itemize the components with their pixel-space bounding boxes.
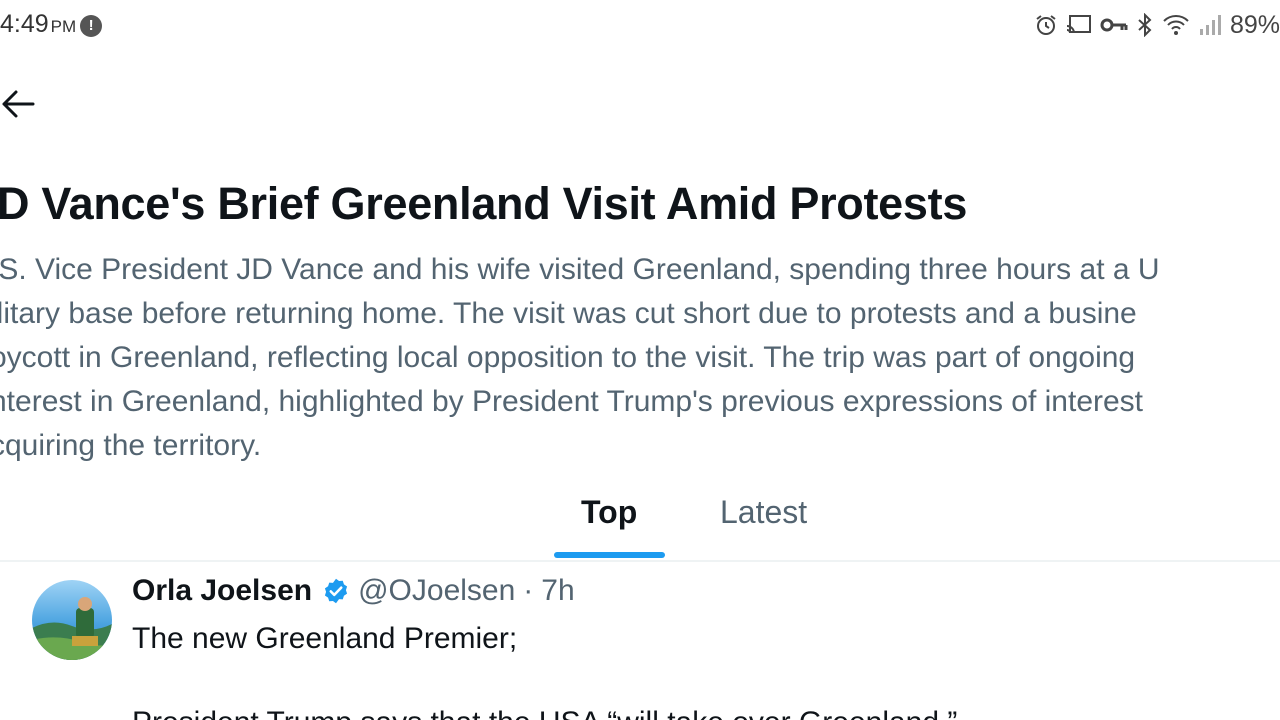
- summary-line: oycott in Greenland, reflecting local op…: [0, 341, 1136, 374]
- cast-icon: [1066, 15, 1091, 34]
- verified-badge-icon: [325, 578, 348, 604]
- avatar[interactable]: [32, 580, 112, 660]
- status-bar: 4:49 PM! 89%: [0, 0, 1280, 50]
- alarm-icon: [1036, 15, 1056, 35]
- tweet-text-continued: President Trump says that the USA “will …: [132, 702, 957, 720]
- tweet-text: The new Greenland Premier;: [132, 622, 518, 655]
- battery-percent: 89%: [1229, 10, 1280, 39]
- tweet-timestamp[interactable]: 7h: [541, 574, 574, 608]
- avatar-image: [32, 580, 112, 660]
- arrow-left-icon: [2, 90, 35, 118]
- page-title: D Vance's Brief Greenland Visit Amid Pro…: [0, 178, 968, 229]
- status-time-value: 4:49: [0, 10, 49, 38]
- vpn-key-icon: [1100, 18, 1128, 32]
- back-button[interactable]: [0, 84, 40, 124]
- bluetooth-icon: [1138, 13, 1152, 37]
- status-time-ampm: PM: [50, 17, 77, 36]
- author-handle[interactable]: @OJoelsen: [358, 574, 515, 608]
- summary-line: ilitary base before returning home. The …: [0, 297, 1137, 330]
- tweet[interactable]: Orla Joelsen @OJoelsen · 7h The new Gree…: [0, 562, 1280, 720]
- tab-selected-indicator: [554, 552, 665, 558]
- notification-badge: !: [80, 15, 103, 37]
- status-time: 4:49 PM!: [0, 10, 103, 39]
- screen: 4:49 PM! 89% D Vance's Brief Greenland Vi…: [0, 0, 1280, 720]
- status-icons: 89%: [1034, 10, 1280, 40]
- wifi-icon: [1163, 15, 1189, 35]
- tab-bar: Top Latest: [0, 480, 1280, 562]
- summary-line: cquiring the territory.: [0, 429, 262, 462]
- tab-top[interactable]: Top: [581, 494, 637, 531]
- summary-line: .S. Vice President JD Vance and his wife…: [0, 253, 1160, 286]
- author-name[interactable]: Orla Joelsen: [132, 574, 312, 608]
- separator-dot: ·: [523, 574, 534, 607]
- summary-line: nterest in Greenland, highlighted by Pre…: [0, 385, 1144, 418]
- tab-latest[interactable]: Latest: [720, 494, 807, 531]
- tweet-header: Orla Joelsen @OJoelsen · 7h: [132, 574, 575, 608]
- topic-summary: .S. Vice President JD Vance and his wife…: [0, 248, 1280, 468]
- signal-icon: [1199, 15, 1221, 35]
